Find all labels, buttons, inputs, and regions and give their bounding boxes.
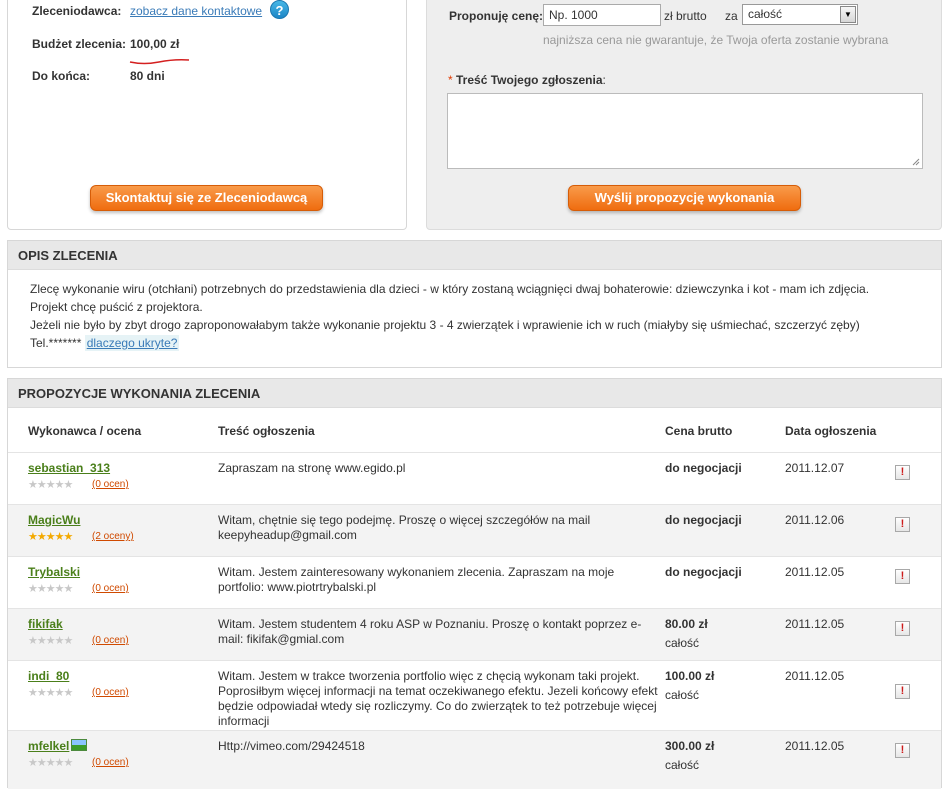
client-info-panel: Zleceniodawca: zobacz dane kontaktowe ? … — [7, 0, 407, 230]
col-date: Data ogłoszenia — [785, 424, 877, 438]
description-line: Zlecę wykonanie wiru (otchłani) potrzebn… — [30, 282, 870, 296]
table-row: mfelkel ★★★★★ (0 ocen) Http://vimeo.com/… — [8, 730, 941, 789]
col-price: Cena brutto — [665, 424, 733, 438]
report-icon[interactable]: ! — [895, 621, 910, 636]
proposal-message: Witam. Jestem studentem 4 roku ASP w Poz… — [218, 617, 642, 646]
price-label: Proponuję cenę: — [449, 9, 544, 23]
message-label: * Treść Twojego zgłoszenia: — [448, 73, 606, 87]
proposals-heading: PROPOZYCJE WYKONANIA ZLECENIA — [8, 379, 941, 408]
rating-link[interactable]: (0 ocen) — [92, 479, 129, 490]
proposal-price: do negocjacji — [665, 565, 742, 579]
scope-selected-value: całość — [748, 7, 783, 21]
client-label: Zleceniodawca: — [32, 4, 122, 18]
contact-client-button[interactable]: Skontaktuj się ze Zleceniodawcą — [90, 185, 323, 211]
report-icon[interactable]: ! — [895, 684, 910, 699]
contractor-name-wrap: mfelkel — [28, 739, 88, 753]
message-textarea[interactable] — [447, 93, 923, 169]
budget-label: Budżet zlecenia: — [32, 37, 127, 51]
description-body: Zlecę wykonanie wiru (otchłani) potrzebn… — [8, 270, 941, 352]
scope-select[interactable]: całość ▼ — [742, 4, 858, 25]
proposal-message: Http://vimeo.com/29424518 — [218, 739, 365, 753]
rating-stars-icon: ★★★★★ — [28, 531, 73, 543]
phone-line: Tel.******* dlaczego ukryte? — [30, 334, 919, 352]
report-icon[interactable]: ! — [895, 517, 910, 532]
description-heading: OPIS ZLECENIA — [8, 241, 941, 270]
contractor-link[interactable]: mfelkel — [28, 739, 69, 753]
rating-link[interactable]: (0 ocen) — [92, 757, 129, 768]
message-label-colon: : — [602, 73, 606, 87]
budget-value: 100,00 zł — [130, 37, 180, 51]
proposal-price-scope: całość — [665, 758, 700, 772]
rating-stars-icon: ★★★★★ — [28, 583, 73, 595]
col-contractor: Wykonawca / ocena — [28, 424, 142, 438]
report-icon[interactable]: ! — [895, 743, 910, 758]
proposal-date: 2011.12.07 — [785, 461, 845, 475]
rating-link[interactable]: (0 ocen) — [92, 687, 129, 698]
report-icon[interactable]: ! — [895, 569, 910, 584]
proposal-price-scope: całość — [665, 688, 700, 702]
submit-proposal-button[interactable]: Wyślij propozycję wykonania — [568, 185, 801, 211]
proposal-price: 300.00 zł — [665, 739, 715, 753]
proposal-date: 2011.12.05 — [785, 565, 845, 579]
contractor-link[interactable]: Trybalski — [28, 565, 80, 579]
rating-stars-icon: ★★★★★ — [28, 757, 73, 769]
proposal-date: 2011.12.05 — [785, 669, 845, 683]
proposal-price: 80.00 zł — [665, 617, 708, 631]
proposal-message: Zapraszam na stronę www.egido.pl — [218, 461, 406, 475]
proposal-price-scope: całość — [665, 636, 700, 650]
table-row: Trybalski ★★★★★ (0 ocen) Witam. Jestem z… — [8, 556, 941, 608]
budget-underline-mark — [129, 58, 190, 65]
landscape-badge-icon — [71, 739, 88, 751]
table-row: indi_80 ★★★★★ (0 ocen) Witam. Jestem w t… — [8, 660, 941, 730]
remaining-label: Do końca: — [32, 69, 91, 83]
contractor-link[interactable]: fikifak — [28, 617, 63, 631]
report-icon[interactable]: ! — [895, 465, 910, 480]
proposal-message: Witam, chętnie się tego podejmę. Proszę … — [218, 513, 591, 542]
price-input[interactable] — [543, 4, 661, 26]
why-hidden-link[interactable]: dlaczego ukryte? — [84, 335, 180, 351]
rating-stars-icon: ★★★★★ — [28, 687, 73, 699]
proposal-message: Witam. Jestem w trakce tworzenia portfol… — [218, 669, 658, 728]
rating-link[interactable]: (0 ocen) — [92, 635, 129, 646]
rating-stars-icon: ★★★★★ — [28, 635, 73, 647]
proposal-message: Witam. Jestem zainteresowany wykonaniem … — [218, 565, 615, 594]
message-label-text: Treść Twojego zgłoszenia — [456, 73, 603, 87]
resize-grip-icon[interactable] — [912, 158, 920, 166]
client-contact-link[interactable]: zobacz dane kontaktowe — [130, 4, 262, 18]
contractor-link[interactable]: MagicWu — [28, 513, 80, 527]
rating-stars-icon: ★★★★★ — [28, 479, 73, 491]
help-icon[interactable]: ? — [270, 0, 289, 19]
col-content: Treść ogłoszenia — [218, 424, 315, 438]
proposal-date: 2011.12.05 — [785, 739, 845, 753]
description-line: Jeżeli nie było by zbyt drogo zaproponow… — [30, 318, 860, 332]
proposal-form: Proponuję cenę: zł brutto za całość ▼ na… — [426, 0, 942, 230]
table-row: sebastian_313 ★★★★★ (0 ocen) Zapraszam n… — [8, 452, 941, 504]
brutto-label: zł brutto — [664, 9, 707, 23]
proposals-section: PROPOZYCJE WYKONANIA ZLECENIA Wykonawca … — [7, 378, 942, 789]
rating-link[interactable]: (0 ocen) — [92, 583, 129, 594]
proposal-price: 100.00 zł — [665, 669, 715, 683]
description-section: OPIS ZLECENIA Zlecę wykonanie wiru (otch… — [7, 240, 942, 368]
proposal-price: do negocjacji — [665, 461, 742, 475]
rating-link[interactable]: (2 oceny) — [92, 531, 134, 542]
price-hint: najniższa cena nie gwarantuje, że Twoja … — [543, 33, 889, 47]
remaining-value: 80 dni — [130, 69, 165, 83]
proposal-price: do negocjacji — [665, 513, 742, 527]
table-row: MagicWu ★★★★★ (2 oceny) Witam, chętnie s… — [8, 504, 941, 556]
contractor-link[interactable]: indi_80 — [28, 669, 69, 683]
za-label: za — [725, 9, 738, 23]
table-row: fikifak ★★★★★ (0 ocen) Witam. Jestem stu… — [8, 608, 941, 660]
phone-hidden: Tel.******* — [30, 336, 82, 350]
proposal-date: 2011.12.05 — [785, 617, 845, 631]
proposals-table-header: Wykonawca / ocena Treść ogłoszenia Cena … — [8, 408, 941, 438]
description-line: Projekt chcę puścić z projektora. — [30, 300, 203, 314]
contractor-link[interactable]: sebastian_313 — [28, 461, 110, 475]
chevron-down-icon[interactable]: ▼ — [840, 6, 856, 23]
required-mark: * — [448, 73, 453, 87]
proposal-date: 2011.12.06 — [785, 513, 845, 527]
